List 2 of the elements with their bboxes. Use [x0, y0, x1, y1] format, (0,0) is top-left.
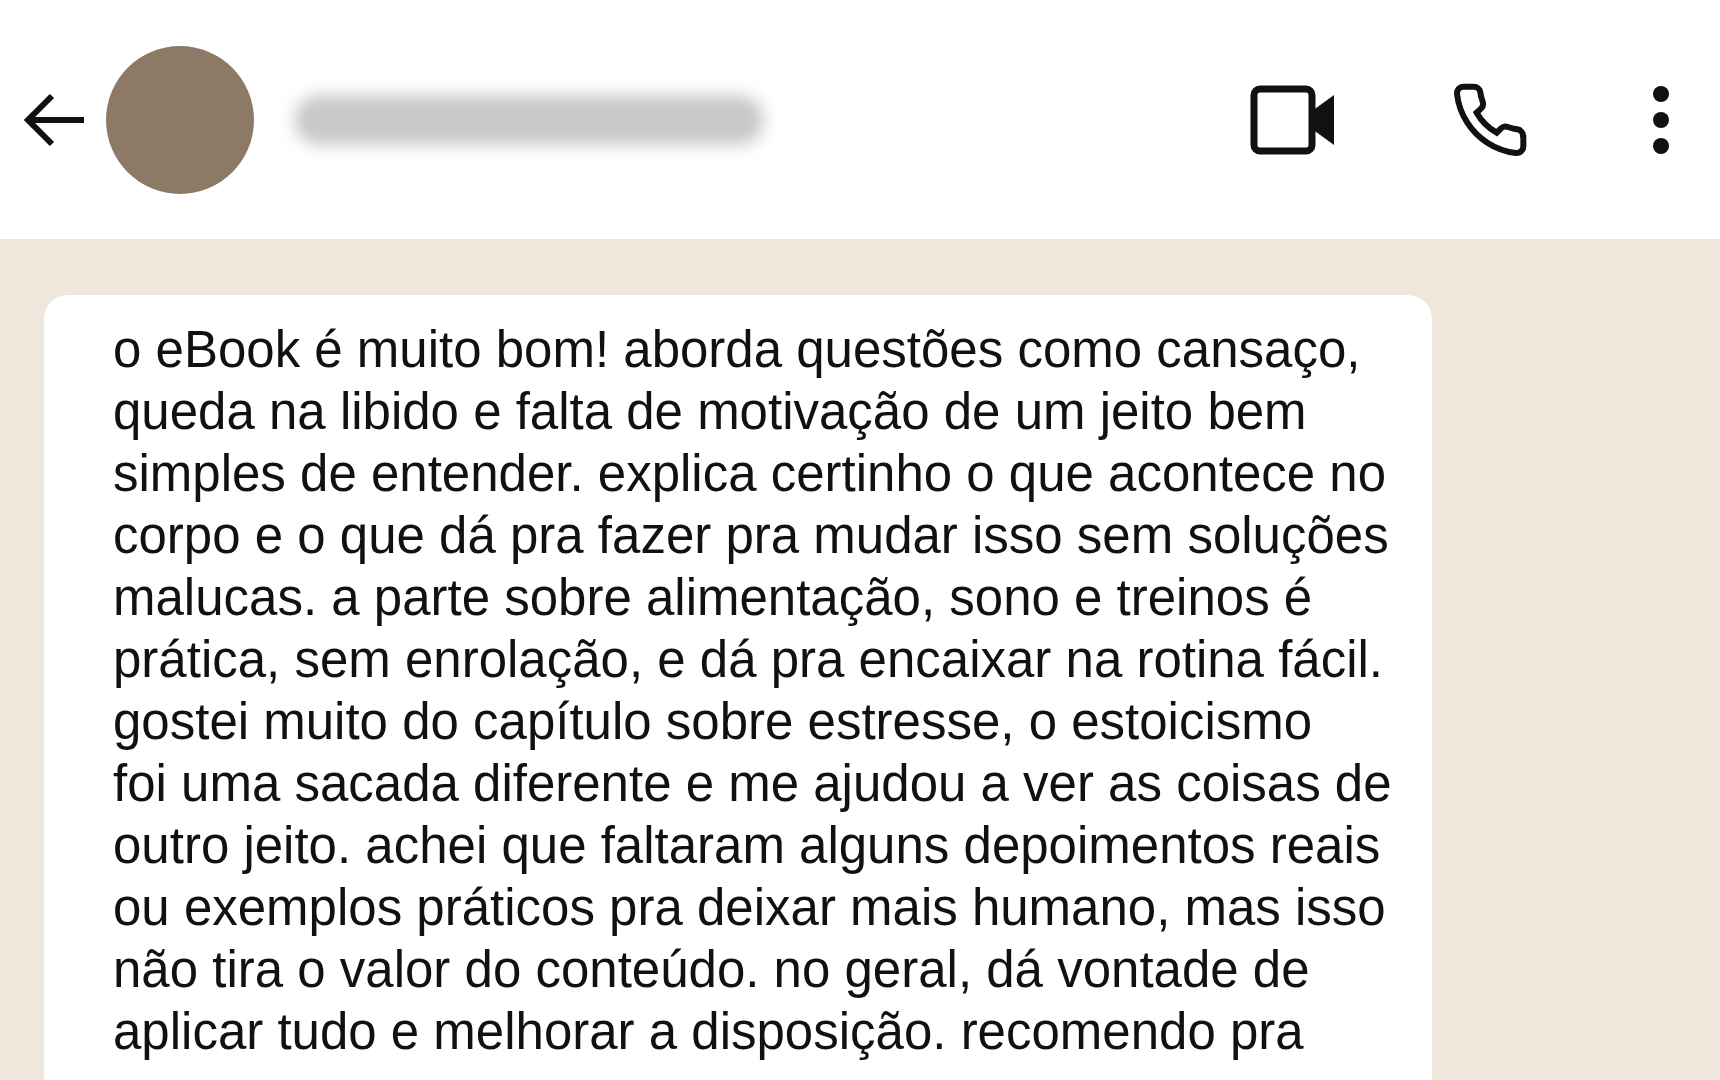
message-text: o eBook é muito bom! aborda questões como cansaço, queda na libido e falta de motivação de um jeito bem simples de entender. explica certinho o que acontece no corpo e o que dá pra fazer pra mudar isso sem soluções malucas. a parte sobre alimentação, sono e treinos é prática, sem enrolação, e dá pra encaixar na rotina fácil. gostei muito do capítulo sobre estresse, o estoicismo foi uma sacada diferente e me ajudou a ver as coisas de outro jeito. achei que faltaram alguns depoimentos reais ou exemplos práticos pra deixar mais humano, mas isso não tira o valor do conteúdo. no geral, dá vontade de aplicar tudo e melhorar a disposição. recomendo pra — [113, 320, 1392, 1062]
more-options-icon — [1650, 83, 1672, 156]
